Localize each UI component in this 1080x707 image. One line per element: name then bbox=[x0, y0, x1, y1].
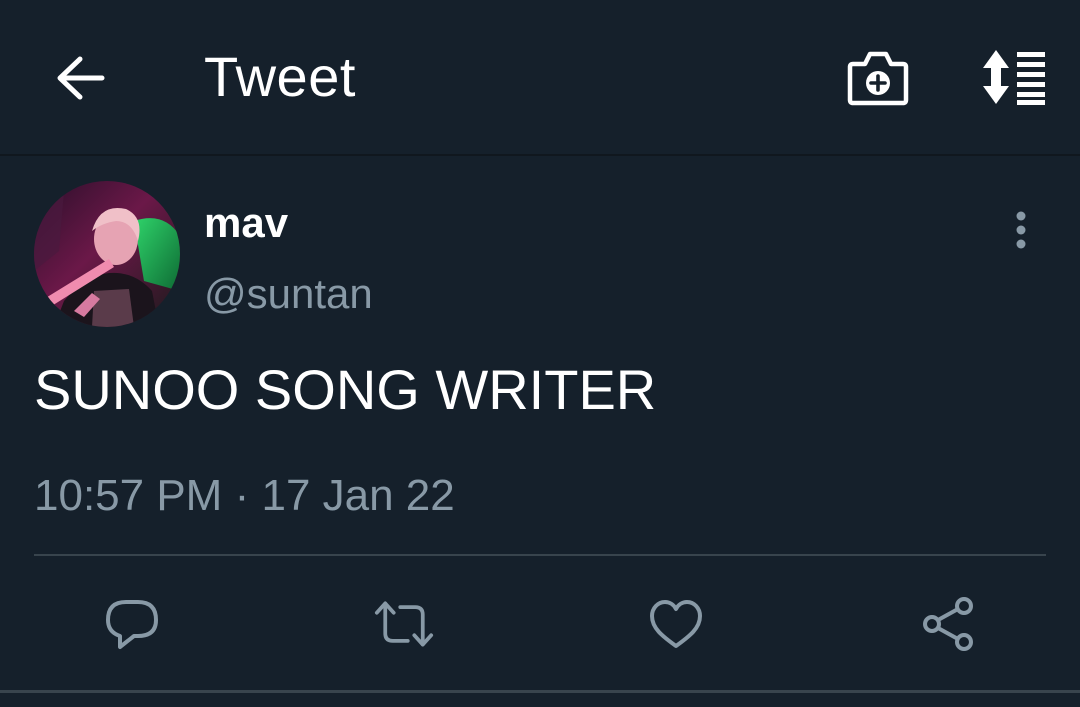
like-button[interactable] bbox=[646, 594, 706, 654]
timestamp-separator: · bbox=[234, 471, 250, 520]
tweet-time: 10:57 PM bbox=[34, 471, 223, 520]
avatar[interactable] bbox=[34, 181, 180, 327]
tweet-timestamp: 10:57 PM · 17 Jan 22 bbox=[34, 468, 455, 524]
thread-sort-button[interactable] bbox=[972, 46, 1052, 108]
like-icon bbox=[650, 600, 702, 648]
share-button[interactable] bbox=[918, 594, 978, 654]
bottom-divider bbox=[0, 690, 1080, 693]
reply-icon bbox=[106, 600, 158, 649]
camera-plus-icon bbox=[847, 51, 909, 106]
back-arrow-icon bbox=[57, 56, 105, 100]
page-title: Tweet bbox=[204, 45, 356, 108]
divider bbox=[34, 554, 1046, 556]
top-app-bar: Tweet bbox=[0, 0, 1080, 156]
more-options-button[interactable] bbox=[1004, 206, 1038, 254]
sort-thread-icon bbox=[983, 50, 1045, 105]
back-button[interactable] bbox=[50, 50, 110, 106]
tweet-date: 17 Jan 22 bbox=[261, 471, 455, 520]
user-handle[interactable]: @suntan bbox=[204, 266, 373, 322]
display-name[interactable]: mav bbox=[204, 196, 288, 250]
more-vertical-icon bbox=[1016, 211, 1026, 249]
avatar-image bbox=[34, 181, 180, 327]
camera-button[interactable] bbox=[845, 46, 911, 108]
tweet-text: SUNOO SONG WRITER bbox=[34, 358, 657, 421]
share-icon bbox=[923, 597, 973, 651]
retweet-icon bbox=[374, 601, 434, 647]
reply-button[interactable] bbox=[102, 594, 162, 654]
retweet-button[interactable] bbox=[374, 594, 434, 654]
